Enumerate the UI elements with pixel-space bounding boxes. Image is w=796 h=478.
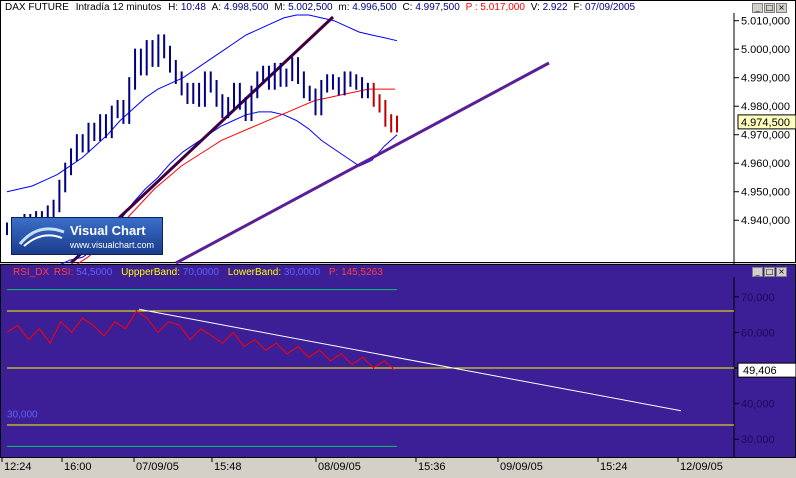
time-tick-label: 12:24: [4, 461, 32, 473]
rsi-band-label: 30,000: [7, 409, 38, 420]
price-tick-label: 4.950,000: [741, 187, 790, 199]
time-axis: 12:24 16:00 07/09/05 15:48 08/09/05 15:36 09/0…: [0, 458, 796, 473]
time-tick-label: 15:48: [214, 461, 242, 473]
time-tick-label: 16:00: [64, 461, 92, 473]
rsi-minimize-button[interactable]: _: [752, 267, 763, 277]
rsi-chart-header: RSI_DX RSI: 54,5000 UppperBand: 70,0000 …: [13, 267, 383, 278]
logo-swoosh-icon: [18, 224, 68, 248]
rsi-last-value-label: 49,406: [743, 365, 777, 377]
time-tick-label: 07/09/05: [136, 461, 179, 473]
time-tick-label: 15:24: [600, 461, 628, 473]
rsi-tick-label: 60,000: [741, 327, 775, 339]
rsi-tick-label: 70,000: [741, 292, 775, 304]
lower-band-value: 30,0000: [283, 267, 321, 278]
time-tick-label: 12/09/05: [680, 461, 723, 473]
time-tick-label: 08/09/05: [318, 461, 361, 473]
time-axis-svg: 12:24 16:00 07/09/05 15:48 08/09/05 15:36 09/0…: [1, 458, 723, 473]
price-tick-label: 4.990,000: [741, 73, 790, 85]
logo-url: www.visualchart.com: [70, 240, 155, 250]
time-tick-label: 15:36: [418, 461, 446, 473]
rsi-chart-panel[interactable]: 30,00070,00060,00050,00040,00030,00049,4…: [0, 264, 796, 459]
price-chart-panel[interactable]: DAX FUTURE Intradía 12 minutos H: 10:48 …: [0, 0, 796, 264]
rsi-line: [6, 310, 396, 371]
rsi-trendline: [138, 308, 682, 412]
rsi-close-button[interactable]: ×: [776, 267, 787, 277]
price-tick-label: 5.000,000: [741, 44, 790, 56]
rsi-maximize-button[interactable]: □: [764, 267, 775, 277]
last-price-label: 4.974,500: [741, 117, 790, 129]
logo-brand: Visual Chart: [70, 223, 146, 238]
rsi-tick-label: 30,000: [741, 434, 775, 446]
rsi-p-value: 145,5263: [341, 267, 383, 278]
rsi-indicator-name: RSI_DX: [13, 267, 50, 278]
rsi-tick-label: 40,000: [741, 399, 775, 411]
price-tick-label: 4.980,000: [741, 101, 790, 113]
price-tick-label: 5.010,000: [741, 16, 790, 28]
rsi-value: 54,5000: [76, 267, 113, 278]
rsi-chart-svg: 30,00070,00060,00050,00040,00030,00049,4…: [6, 277, 796, 459]
time-tick-label: 09/09/05: [500, 461, 543, 473]
visual-chart-logo: Visual Chart www.visualchart.com: [11, 217, 163, 255]
price-tick-label: 4.970,000: [741, 130, 790, 142]
price-tick-label: 4.940,000: [741, 215, 790, 227]
price-tick-label: 4.960,000: [741, 158, 790, 170]
upper-band-value: 70,0000: [182, 267, 219, 278]
